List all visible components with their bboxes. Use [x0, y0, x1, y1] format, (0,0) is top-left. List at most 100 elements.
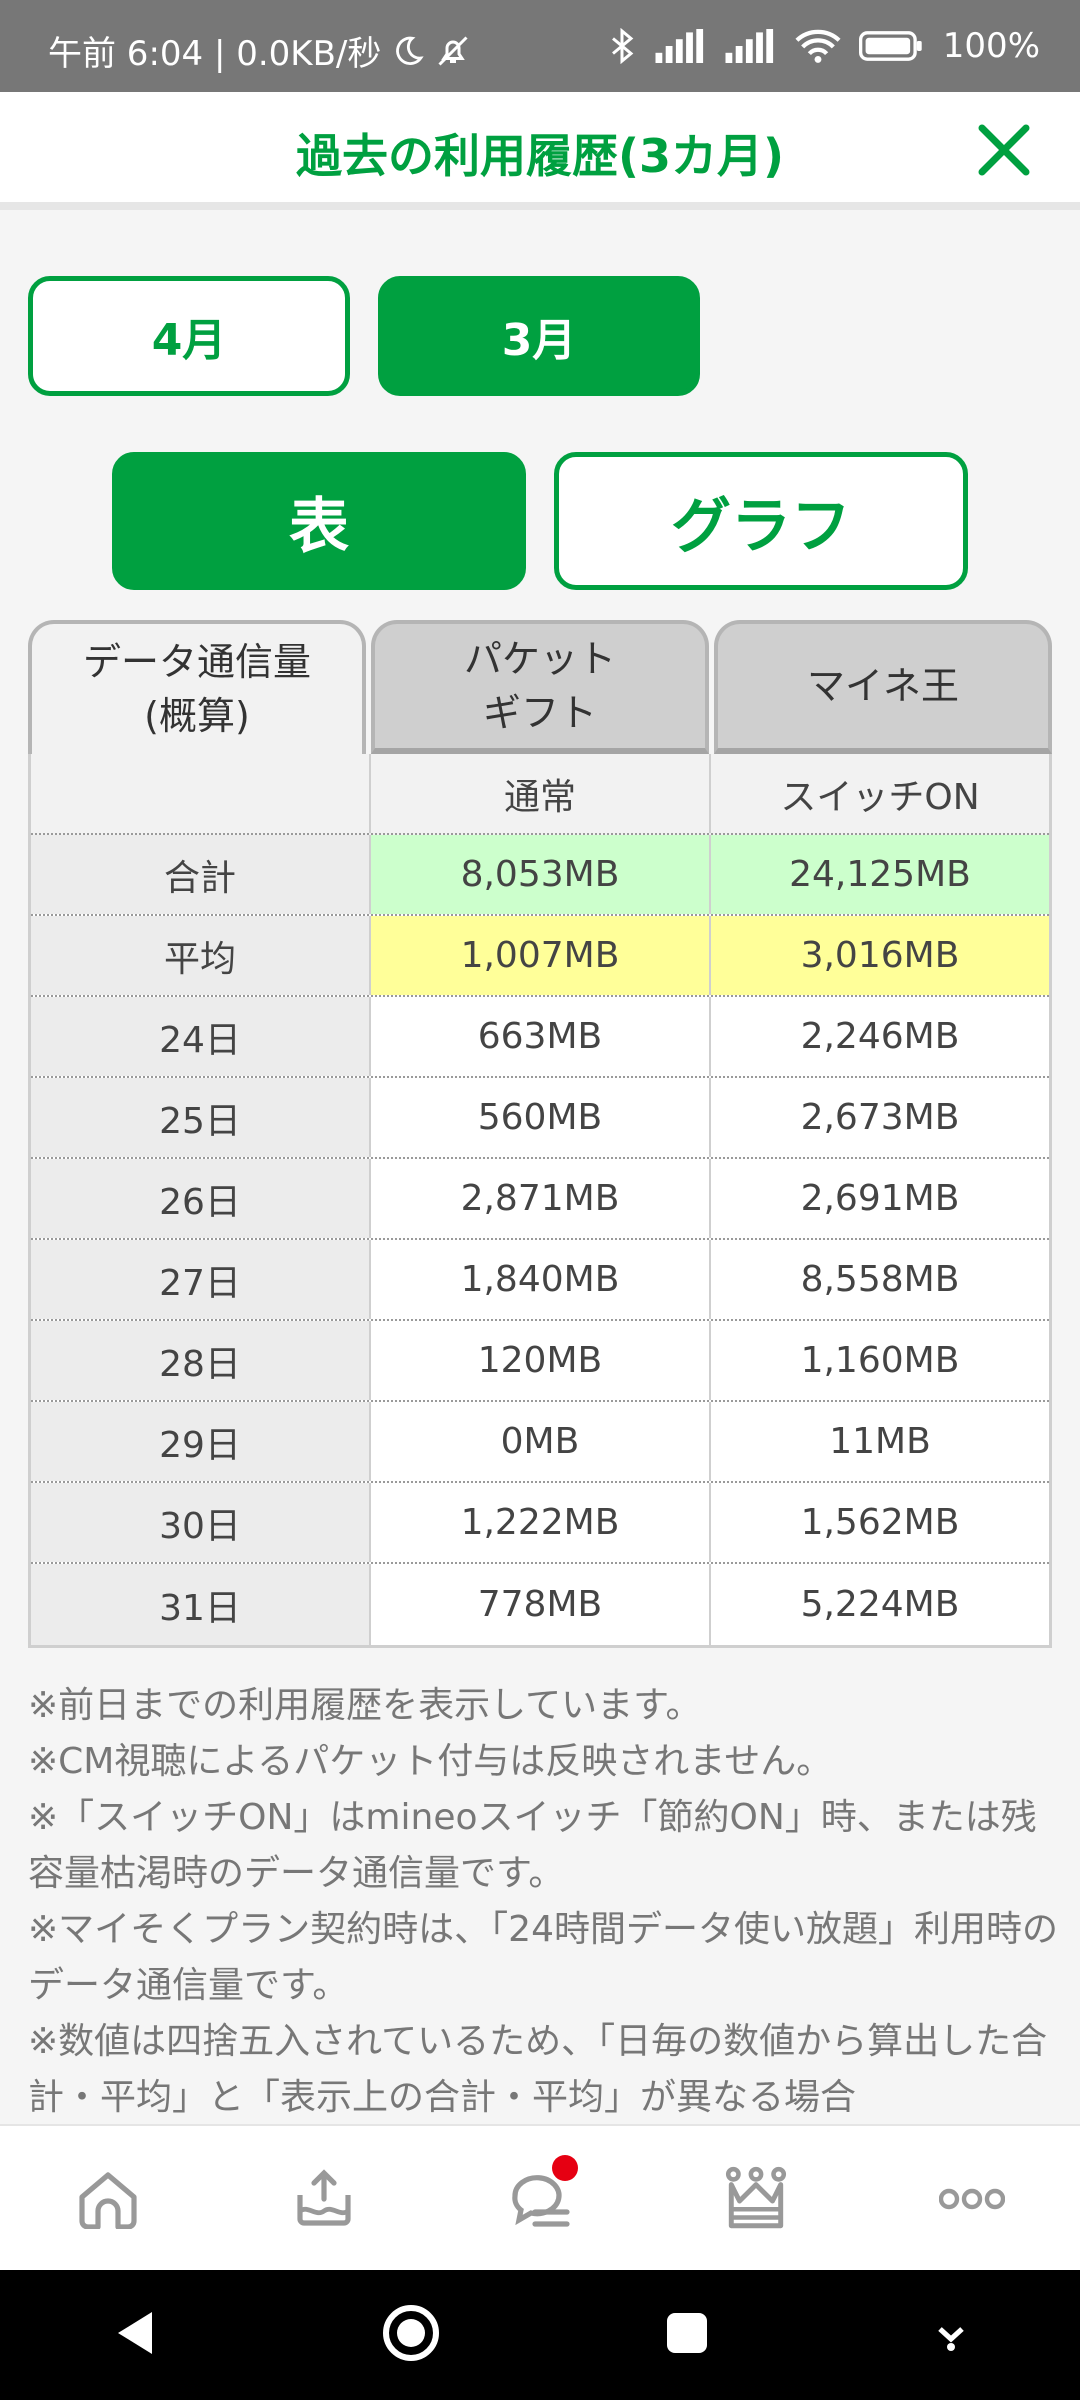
battery-icon: [858, 29, 925, 63]
switch-on-value: 5,224MB: [800, 1584, 960, 1625]
notification-badge: [552, 2155, 578, 2181]
tab-data-usage-label: データ通信量 (概算): [83, 635, 311, 743]
wifi-icon: [795, 28, 841, 64]
note-item: ※数値は四捨五入されているため、「日毎の数値から算出した合計・平均」と「表示上の…: [28, 2021, 1048, 2118]
table-row: 25日 560MB 2,673MB: [31, 1078, 1049, 1159]
normal-value: 1,007MB: [371, 916, 711, 995]
header-switch-on-cell: スイッチON: [711, 754, 1049, 833]
normal-value: 560MB: [371, 1078, 711, 1157]
tab-data-usage-line2: (概算): [144, 694, 250, 738]
switch-on-value: 24,125MB: [711, 835, 1049, 914]
normal-value: 2,871MB: [371, 1159, 711, 1238]
nav-data-transfer[interactable]: [264, 2149, 384, 2249]
table-row: 29日 0MB 11MB: [31, 1402, 1049, 1483]
switch-on-value: 3,016MB: [711, 916, 1049, 995]
table-row: 28日 120MB 1,160MB: [31, 1321, 1049, 1402]
header-normal-cell: 通常: [371, 754, 711, 833]
system-nav-bar: [0, 2270, 1080, 2400]
table-row: 24日 663MB 2,246MB: [31, 997, 1049, 1078]
system-back-button[interactable]: [112, 2308, 156, 2362]
row-label: 28日: [31, 1321, 371, 1400]
table-view-button[interactable]: 表: [112, 452, 526, 590]
status-time: 午前 6:04 | 0.0KB/秒: [48, 34, 382, 74]
bluetooth-icon: [607, 28, 637, 64]
tab-packet-gift-line1: パケット: [463, 637, 616, 681]
switch-on-value: 11MB: [829, 1421, 931, 1462]
status-bar-left: 午前 6:04 | 0.0KB/秒: [48, 26, 471, 75]
month-button-march[interactable]: 3月: [378, 276, 700, 396]
switch-on-value: 8,558MB: [800, 1259, 960, 1300]
normal-value: 120MB: [371, 1321, 711, 1400]
normal-value: 1,840MB: [371, 1240, 711, 1319]
table-row-average: 平均 1,007MB 3,016MB: [31, 916, 1049, 997]
nav-more[interactable]: [912, 2149, 1032, 2249]
normal-value: 663MB: [371, 997, 711, 1076]
normal-value: 1,222MB: [371, 1483, 711, 1562]
graph-view-button[interactable]: グラフ: [554, 452, 968, 590]
normal-value: 8,053MB: [371, 835, 711, 914]
system-recents-button[interactable]: [665, 2311, 709, 2359]
page-title: 過去の利用履歴(3カ月): [295, 129, 785, 183]
usage-table: 通常 スイッチON 合計 8,053MB 24,125MB 平均 1,007MB…: [28, 754, 1052, 1648]
moon-icon: [391, 34, 425, 68]
row-label: 26日: [31, 1159, 371, 1238]
row-label: 31日: [31, 1564, 371, 1645]
chevron-down-icon: [938, 2327, 964, 2351]
battery-percent: 100%: [942, 26, 1040, 66]
tab-mineo-king-label: マイネ王: [806, 664, 959, 708]
note-item: ※CM視聴によるパケット付与は反映されません。: [28, 1741, 833, 1782]
table-row: 31日 778MB 5,224MB: [31, 1564, 1049, 1645]
row-label: 24日: [31, 997, 371, 1076]
system-home-button[interactable]: [381, 2303, 441, 2367]
table-row: 26日 2,871MB 2,691MB: [31, 1159, 1049, 1240]
switch-on-value: 2,691MB: [800, 1178, 960, 1219]
tab-data-usage[interactable]: データ通信量 (概算): [28, 620, 366, 754]
row-label: 平均: [31, 916, 371, 995]
table-row-total: 合計 8,053MB 24,125MB: [31, 835, 1049, 916]
home-icon: [79, 2172, 137, 2229]
row-label: 30日: [31, 1483, 371, 1562]
normal-value: 0MB: [371, 1402, 711, 1481]
normal-value: 778MB: [371, 1564, 711, 1645]
tab-data-usage-line1: データ通信量: [82, 640, 311, 684]
table-row: 27日 1,840MB 8,558MB: [31, 1240, 1049, 1321]
signal-icon: [655, 29, 707, 63]
tab-packet-gift[interactable]: パケット ギフト: [371, 620, 709, 754]
bottom-nav: [0, 2124, 1080, 2272]
nav-mineo-king[interactable]: [696, 2149, 816, 2249]
home-circle-icon: [382, 2305, 439, 2361]
signal-icon-2: [725, 29, 777, 63]
recents-square-icon: [667, 2313, 708, 2353]
close-button[interactable]: [976, 122, 1032, 178]
crown-icon: [725, 2166, 787, 2229]
switch-on-value: 1,562MB: [800, 1502, 960, 1543]
tab-mineo-king[interactable]: マイネ王: [714, 620, 1052, 754]
status-bar-right: 100%: [607, 26, 1040, 66]
row-label: 合計: [31, 835, 371, 914]
note-item: ※マイそくプラン契約時は、「24時間データ使い放題」利用時のデータ通信量です。: [28, 1909, 1058, 2006]
tab-packet-gift-line2: ギフト: [482, 691, 597, 735]
bell-off-icon: [435, 33, 471, 69]
header: 過去の利用履歴(3カ月): [0, 92, 1080, 210]
system-hide-nav-button[interactable]: [934, 2313, 968, 2357]
header-label-cell: [31, 754, 371, 833]
table-row: 30日 1,222MB 1,562MB: [31, 1483, 1049, 1564]
switch-on-value: 2,246MB: [800, 1016, 960, 1057]
back-triangle-icon: [118, 2312, 153, 2354]
data-transfer-icon: [297, 2169, 351, 2226]
switch-on-value: 1,160MB: [800, 1340, 960, 1381]
close-icon: [978, 124, 1030, 176]
status-bar: 午前 6:04 | 0.0KB/秒 100%: [0, 0, 1080, 92]
row-label: 25日: [31, 1078, 371, 1157]
table-header-row: 通常 スイッチON: [31, 754, 1049, 835]
notes: ※前日までの利用履歴を表示しています。 ※CM視聴によるパケット付与は反映されま…: [28, 1678, 1058, 2126]
row-label: 29日: [31, 1402, 371, 1481]
row-label: 27日: [31, 1240, 371, 1319]
switch-on-value: 2,673MB: [800, 1097, 960, 1138]
nav-chat[interactable]: [480, 2149, 600, 2249]
more-icon: [939, 2188, 1005, 2210]
tab-packet-gift-label: パケット ギフト: [464, 632, 616, 740]
note-item: ※前日までの利用履歴を表示しています。: [28, 1685, 702, 1726]
nav-home[interactable]: [48, 2149, 168, 2249]
month-button-april[interactable]: 4月: [28, 276, 350, 396]
